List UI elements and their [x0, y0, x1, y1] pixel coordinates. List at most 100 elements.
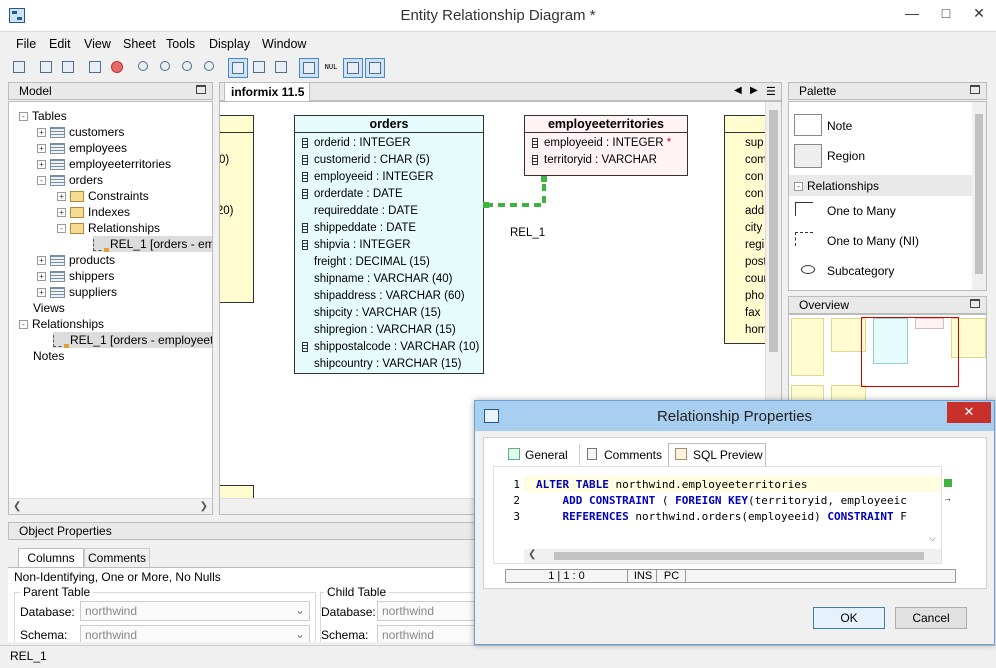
palette-note[interactable]: Note — [827, 119, 852, 133]
tree-notes[interactable]: Notes — [33, 348, 64, 364]
child-schema-select[interactable]: northwind — [377, 625, 477, 642]
expand-icon[interactable]: + — [37, 288, 46, 298]
expand-icon[interactable]: + — [57, 208, 66, 218]
menu-edit[interactable]: Edit — [49, 37, 71, 51]
tab-sql-preview[interactable]: SQL Preview — [668, 443, 766, 466]
overview-map[interactable] — [788, 314, 987, 404]
tree-relationships-root[interactable]: - Relationships — [19, 316, 104, 332]
tab-next-icon[interactable]: ▶ — [750, 85, 758, 96]
overview-viewport[interactable] — [861, 317, 959, 387]
tab-prev-icon[interactable]: ◀ — [734, 85, 742, 96]
tab-dialog-comments[interactable]: Comments — [579, 444, 665, 465]
tab-list-icon[interactable]: ☰ — [766, 85, 776, 98]
zoom-fit-icon[interactable] — [135, 58, 155, 78]
menu-sheet[interactable]: Sheet — [123, 37, 156, 51]
scrollbar-thumb[interactable] — [975, 114, 983, 274]
relationship-label[interactable]: REL_1 — [510, 227, 545, 239]
tree-views[interactable]: Views — [33, 300, 65, 316]
scroll-right-icon[interactable]: ❯ — [200, 499, 208, 515]
maximize-panel-icon[interactable] — [970, 85, 980, 94]
zoom-reset-icon[interactable] — [201, 58, 221, 78]
palette-region[interactable]: Region — [827, 149, 865, 163]
nul-toggle-icon[interactable]: NUL — [321, 58, 341, 78]
column-row[interactable]: sup — [745, 135, 764, 151]
menu-display[interactable]: Display — [209, 37, 250, 51]
tree-table-shippers[interactable]: + shippers — [37, 268, 114, 284]
dialog-close-button[interactable]: ✕ — [947, 402, 991, 423]
parent-database-select[interactable]: northwind ⌄ — [80, 601, 310, 621]
column-row[interactable]: regi — [745, 237, 764, 253]
column-row[interactable]: fax — [745, 305, 760, 321]
close-button[interactable]: ✕ — [962, 0, 996, 28]
column-row[interactable]: add — [745, 203, 764, 219]
tree-relationships[interactable]: - Relationships — [57, 220, 160, 236]
tree-horizontal-scrollbar[interactable]: ❮ ❯ — [9, 498, 212, 514]
tree-rel-root-item[interactable]: REL_1 [orders - employeeter — [53, 332, 212, 348]
scroll-left-icon[interactable]: ❮ — [528, 549, 536, 560]
menu-window[interactable]: Window — [262, 37, 306, 51]
collapse-icon[interactable]: - — [19, 320, 28, 330]
column-row[interactable]: post — [745, 254, 767, 270]
collapse-icon[interactable]: - — [19, 112, 28, 122]
scroll-left-icon[interactable]: ❮ — [13, 499, 21, 515]
tree-tables[interactable]: - Tables — [19, 108, 67, 124]
expand-icon[interactable]: + — [37, 256, 46, 266]
expand-icon[interactable]: + — [37, 128, 46, 138]
save-icon[interactable] — [10, 58, 30, 78]
tab-columns[interactable]: Columns — [18, 548, 84, 567]
palette-subcategory[interactable]: Subcategory — [827, 264, 894, 278]
scrollbar-thumb[interactable] — [554, 552, 924, 560]
column-row[interactable]: city — [745, 220, 762, 236]
scroll-down-icon[interactable]: ⌵ — [929, 533, 936, 544]
palette-one-to-many[interactable]: One to Many — [827, 204, 896, 218]
stop-icon[interactable] — [108, 58, 128, 78]
columns-icon[interactable] — [250, 58, 270, 78]
format-icon[interactable] — [86, 58, 106, 78]
column-row[interactable]: com — [745, 152, 767, 168]
print-icon[interactable] — [37, 58, 57, 78]
zoom-out-icon[interactable] — [179, 58, 199, 78]
tree-table-suppliers[interactable]: + suppliers — [37, 284, 117, 300]
minimize-button[interactable]: — — [895, 0, 929, 28]
collapse-icon[interactable]: - — [794, 182, 803, 192]
notation-icon[interactable] — [343, 58, 363, 78]
cancel-button[interactable]: Cancel — [895, 607, 967, 629]
collapse-icon[interactable]: - — [57, 224, 66, 234]
tree-table-orders[interactable]: - orders — [37, 172, 103, 188]
maximize-panel-icon[interactable] — [196, 85, 206, 94]
collapse-icon[interactable]: - — [37, 176, 46, 186]
grid-icon[interactable] — [299, 58, 319, 78]
scrollbar-thumb[interactable] — [769, 110, 778, 352]
expand-icon[interactable]: + — [57, 192, 66, 202]
palette-one-to-many-ni[interactable]: One to Many (NI) — [827, 234, 919, 248]
sql-horizontal-scrollbar[interactable]: ❮ — [524, 549, 941, 563]
maximize-panel-icon[interactable] — [970, 299, 980, 308]
tree-table-employeeterritories[interactable]: + employeeterritories — [37, 156, 171, 172]
tree-table-customers[interactable]: + customers — [37, 124, 124, 140]
column-row[interactable]: pho — [745, 288, 764, 304]
tree-table-employees[interactable]: + employees — [37, 140, 127, 156]
maximize-button[interactable]: □ — [929, 0, 963, 28]
column-row[interactable]: con — [745, 169, 764, 185]
tab-comments[interactable]: Comments — [84, 548, 150, 567]
column-row[interactable]: con — [745, 186, 764, 202]
tree-constraints[interactable]: + Constraints — [57, 188, 149, 204]
menu-view[interactable]: View — [84, 37, 111, 51]
expand-icon[interactable]: + — [37, 272, 46, 282]
child-database-select[interactable]: northwind — [377, 601, 477, 621]
tab-general[interactable]: General — [503, 444, 577, 465]
tree-rel-item[interactable]: REL_1 [orders - empl — [93, 236, 212, 252]
sql-editor[interactable]: 1 2 3 ALTER TABLE northwind.employeeterr… — [493, 466, 942, 564]
zoom-in-icon[interactable] — [157, 58, 177, 78]
tree-table-products[interactable]: + products — [37, 252, 115, 268]
ok-button[interactable]: OK — [813, 607, 885, 629]
expand-icon[interactable]: + — [37, 144, 46, 154]
tree-indexes[interactable]: + Indexes — [57, 204, 130, 220]
tab-informix[interactable]: informix 11.5 — [224, 82, 310, 101]
palette-scrollbar[interactable] — [972, 102, 986, 290]
page-setup-icon[interactable] — [59, 58, 79, 78]
key-icon[interactable] — [365, 58, 385, 78]
menu-tools[interactable]: Tools — [166, 37, 195, 51]
expand-icon[interactable]: + — [37, 160, 46, 170]
header-icon[interactable] — [272, 58, 292, 78]
